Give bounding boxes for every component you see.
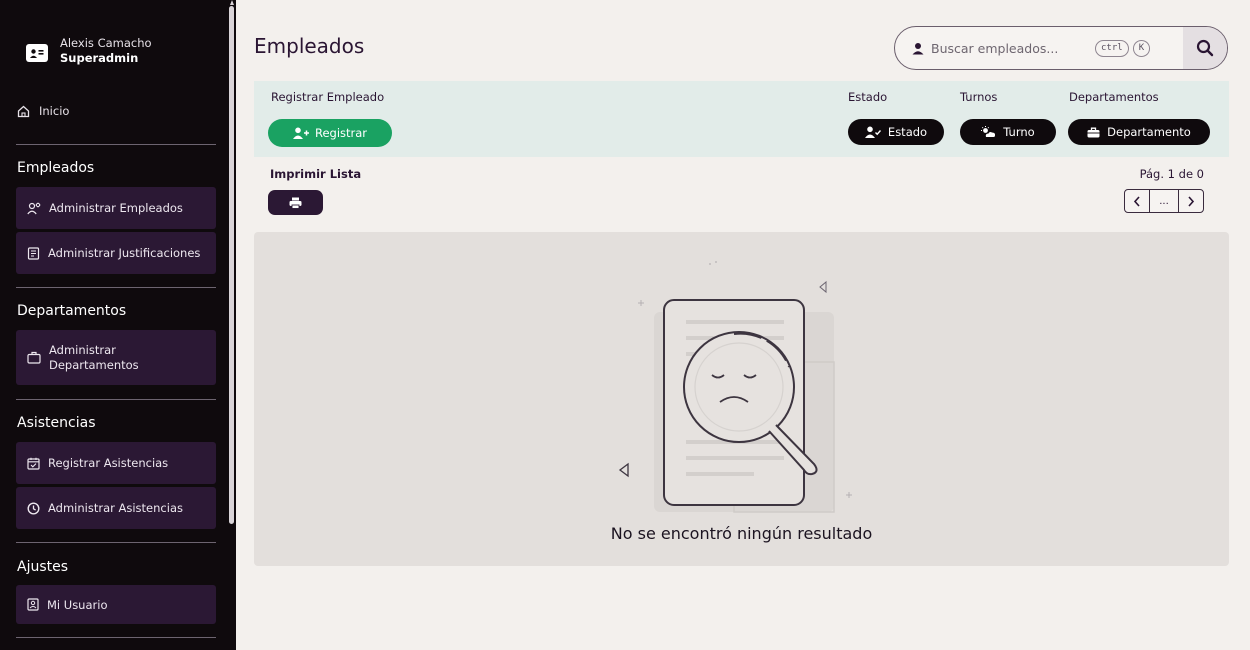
estado-button-label: Estado: [887, 125, 928, 139]
sidebar-item-label: Inicio: [39, 104, 70, 118]
document-icon: [27, 246, 40, 260]
register-employee-label: Registrar Empleado: [271, 90, 385, 104]
chevron-right-icon: [1188, 195, 1195, 207]
sidebar-item-label: Administrar Justificaciones: [48, 246, 201, 260]
estado-label: Estado: [848, 90, 888, 104]
home-icon: [17, 105, 30, 117]
sidebar-item-administrar-departamentos[interactable]: Administrar Departamentos: [16, 330, 216, 385]
sidebar-item-label: Administrar Empleados: [49, 201, 183, 215]
search-input[interactable]: [931, 40, 1081, 56]
divider: [16, 637, 216, 638]
sidebar-scrollbar[interactable]: [229, 6, 234, 524]
divider: [16, 287, 216, 288]
divider: [16, 144, 216, 145]
turnos-label: Turnos: [960, 90, 998, 104]
clock-icon: [27, 501, 40, 515]
departamento-button-label: Departamento: [1107, 125, 1191, 139]
page-indicator: Pág. 1 de 0: [1139, 167, 1204, 181]
page-ellipsis[interactable]: ...: [1150, 189, 1178, 213]
register-button[interactable]: Registrar: [268, 119, 392, 147]
search-button[interactable]: [1183, 27, 1227, 69]
user-profile[interactable]: Alexis Camacho Superadmin: [26, 36, 152, 66]
users-cog-icon: [27, 202, 41, 214]
calendar-check-icon: [27, 457, 40, 470]
sidebar-item-inicio[interactable]: Inicio: [17, 104, 69, 118]
user-plus-icon: [292, 127, 309, 139]
sidebar: Alexis Camacho Superadmin Inicio Emplead…: [0, 0, 236, 650]
print-list-label: Imprimir Lista: [270, 167, 362, 181]
divider: [16, 542, 216, 543]
shortcut-ctrl-key: ctrl: [1095, 39, 1129, 57]
section-title-ajustes: Ajustes: [17, 559, 69, 575]
turno-button-label: Turno: [1003, 125, 1035, 139]
sidebar-item-label: Mi Usuario: [47, 597, 108, 612]
user-badge-icon: [27, 598, 39, 611]
sidebar-item-registrar-asistencias[interactable]: Registrar Asistencias: [16, 442, 216, 484]
person-icon: [912, 42, 924, 54]
shortcut-k-key: K: [1132, 39, 1151, 57]
search-bar[interactable]: ctrl K: [894, 26, 1228, 70]
briefcase-icon: [1087, 127, 1100, 137]
departamentos-label: Departamentos: [1069, 90, 1159, 104]
id-card-icon: [26, 44, 48, 62]
printer-icon: [289, 197, 302, 209]
divider: [16, 399, 216, 400]
sidebar-item-administrar-empleados[interactable]: Administrar Empleados: [16, 187, 216, 229]
next-page-button[interactable]: [1178, 189, 1204, 213]
user-role: Superadmin: [60, 51, 139, 65]
sidebar-item-administrar-asistencias[interactable]: Administrar Asistencias: [16, 487, 216, 529]
sun-cloud-icon: [981, 126, 996, 137]
departamento-filter-button[interactable]: Departamento: [1068, 119, 1210, 145]
sidebar-item-label: Registrar Asistencias: [48, 456, 169, 470]
sidebar-item-administrar-justificaciones[interactable]: Administrar Justificaciones: [16, 232, 216, 274]
empty-state-message: No se encontró ningún resultado: [610, 524, 873, 543]
section-title-departamentos: Departamentos: [17, 303, 127, 319]
chevron-left-icon: [1133, 195, 1140, 207]
section-title-empleados: Empleados: [17, 160, 95, 176]
sidebar-item-mi-usuario[interactable]: Mi Usuario: [16, 585, 216, 624]
pagination: ...: [1124, 189, 1204, 213]
section-title-asistencias: Asistencias: [17, 415, 96, 431]
sidebar-item-label: Administrar Departamentos: [49, 342, 139, 372]
previous-page-button[interactable]: [1124, 189, 1150, 213]
scrollbar-up-arrow[interactable]: [230, 0, 234, 5]
print-button[interactable]: [268, 190, 323, 215]
register-button-label: Registrar: [314, 126, 368, 140]
page-title: Empleados: [254, 34, 365, 58]
turno-filter-button[interactable]: Turno: [960, 119, 1056, 145]
sidebar-item-label: Administrar Asistencias: [48, 501, 183, 515]
estado-filter-button[interactable]: Estado: [848, 119, 944, 145]
user-name: Alexis Camacho: [60, 36, 152, 50]
briefcase-icon: [27, 351, 41, 364]
empty-results-panel: No se encontró ningún resultado: [254, 232, 1229, 566]
search-icon: [1196, 39, 1214, 57]
filter-bar: Registrar Empleado Registrar Estado Esta…: [254, 81, 1229, 157]
no-results-illustration: [618, 261, 852, 513]
user-check-icon: [864, 126, 881, 138]
